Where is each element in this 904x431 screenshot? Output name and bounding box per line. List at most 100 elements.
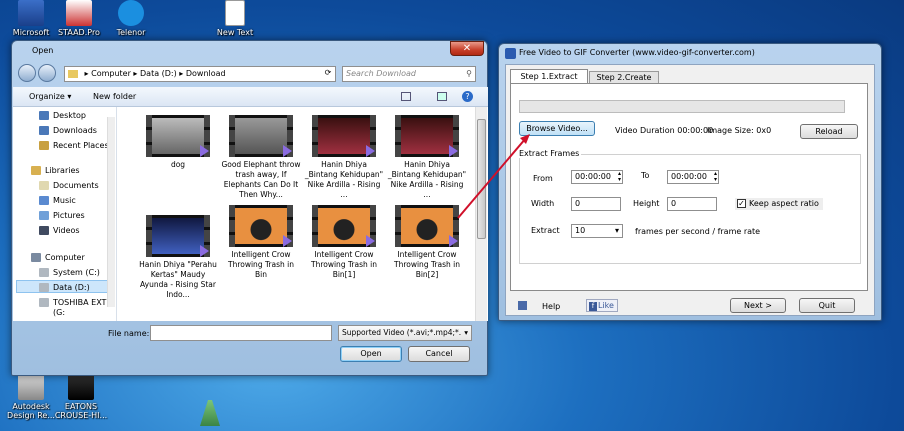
video-duration: Video Duration 00:00:00 bbox=[615, 126, 714, 135]
nav-item-music[interactable]: Music bbox=[53, 196, 76, 206]
video-thumbnail-icon bbox=[146, 115, 210, 157]
extract-label: Extract bbox=[531, 226, 560, 235]
refresh-icon[interactable]: ⟳ bbox=[320, 66, 336, 82]
nav-item-documents[interactable]: Documents bbox=[53, 181, 99, 191]
gif-converter-window: Free Video to GIF Converter (www.video-g… bbox=[498, 43, 882, 321]
quit-button[interactable]: Quit bbox=[799, 298, 855, 313]
nav-item-pictures[interactable]: Pictures bbox=[53, 211, 85, 221]
nav-item-recent-places[interactable]: Recent Places bbox=[53, 141, 109, 151]
keep-aspect-checkbox[interactable]: ✓ bbox=[737, 199, 746, 208]
video-thumbnail-icon bbox=[312, 205, 376, 247]
video-thumbnail-icon bbox=[229, 205, 293, 247]
file-item[interactable]: dog bbox=[138, 115, 218, 170]
converter-title: Free Video to GIF Converter (www.video-g… bbox=[519, 48, 755, 57]
browser-area: Desktop Downloads Recent Places Librarie… bbox=[13, 107, 488, 321]
filetype-select[interactable]: Supported Video (*.avi;*.mp4;*. ▾ bbox=[338, 325, 472, 341]
new-folder-button[interactable]: New folder bbox=[93, 92, 136, 101]
help-icon[interactable] bbox=[518, 301, 527, 310]
open-dialog-title: Open bbox=[32, 46, 54, 55]
recent-places-icon bbox=[39, 141, 49, 150]
back-button[interactable] bbox=[18, 64, 36, 82]
organize-menu[interactable]: Organize ▾ bbox=[29, 92, 71, 101]
browse-video-button[interactable]: Browse Video... bbox=[519, 121, 595, 136]
desktop-icon-telenor[interactable]: Telenor bbox=[100, 0, 162, 37]
tab-create-gif[interactable]: Step 2.Create GIF bbox=[589, 71, 659, 93]
next-button[interactable]: Next > bbox=[730, 298, 786, 313]
staad-icon bbox=[66, 0, 92, 26]
desktop-icon-eatons[interactable]: EATONS CROUSE-HI... bbox=[50, 374, 112, 420]
autodesk-icon bbox=[18, 374, 44, 400]
wallpaper-plant bbox=[200, 400, 220, 426]
files-scrollbar[interactable] bbox=[475, 107, 487, 321]
open-dialog: Open ✕ ▸ Computer ▸ Data (D:) ▸ Download… bbox=[11, 40, 488, 376]
filename-input[interactable] bbox=[150, 325, 332, 341]
keep-aspect-label: Keep aspect ratio bbox=[749, 199, 819, 208]
file-item[interactable]: Hanin Dhiya _Bintang Kehidupan" Nike Ard… bbox=[387, 115, 467, 200]
nav-scrollbar[interactable] bbox=[107, 117, 115, 307]
eatons-icon bbox=[68, 374, 94, 400]
nav-item-data-d[interactable]: Data (D:) bbox=[53, 283, 90, 293]
nav-item-computer[interactable]: Computer bbox=[45, 253, 85, 263]
from-time-input[interactable]: 00:00:00 ▴ ▾ bbox=[571, 170, 623, 184]
file-item[interactable]: Hanin Dhiya "Perahu Kertas" Maudy Ayunda… bbox=[138, 215, 218, 300]
text-file-icon bbox=[225, 0, 245, 26]
keep-aspect-row[interactable]: ✓ Keep aspect ratio bbox=[735, 198, 823, 210]
file-item[interactable]: Intelligent Crow Throwing Trash in Bin bbox=[221, 205, 301, 280]
height-label: Height bbox=[633, 199, 660, 208]
like-button[interactable]: f Like bbox=[586, 299, 618, 312]
cancel-button[interactable]: Cancel bbox=[408, 346, 470, 362]
libraries-icon bbox=[31, 166, 41, 175]
extract-frames-label: Extract Frames bbox=[519, 149, 582, 158]
nav-item-system-c[interactable]: System (C:) bbox=[53, 268, 100, 278]
scrollbar-thumb[interactable] bbox=[477, 119, 486, 239]
nav-item-desktop[interactable]: Desktop bbox=[53, 111, 86, 121]
breadcrumb-download[interactable]: Download bbox=[186, 69, 226, 78]
spin-icon[interactable]: ▴ ▾ bbox=[714, 171, 717, 183]
desktop-icon-new-text[interactable]: New Text bbox=[204, 0, 266, 37]
forward-button[interactable] bbox=[38, 64, 56, 82]
view-icon[interactable] bbox=[401, 92, 411, 101]
preview-pane-icon[interactable] bbox=[437, 92, 447, 101]
nav-item-downloads[interactable]: Downloads bbox=[53, 126, 97, 136]
to-label: To bbox=[641, 171, 650, 180]
reload-button[interactable]: Reload bbox=[800, 124, 858, 139]
breadcrumb-data[interactable]: Data (D:) bbox=[140, 69, 177, 78]
folder-icon bbox=[68, 69, 78, 78]
spin-icon[interactable]: ▴ ▾ bbox=[618, 171, 621, 183]
tab-extract-video[interactable]: Step 1.Extract Video bbox=[510, 69, 588, 94]
image-size: Image Size: 0x0 bbox=[707, 126, 772, 135]
file-item[interactable]: Intelligent Crow Throwing Trash in Bin[2… bbox=[387, 205, 467, 280]
filename-label: File name: bbox=[108, 329, 150, 338]
telenor-icon bbox=[118, 0, 144, 26]
drive-icon bbox=[39, 283, 49, 292]
close-button[interactable]: ✕ bbox=[450, 41, 484, 56]
help-icon[interactable]: ? bbox=[462, 91, 473, 102]
drive-icon bbox=[39, 298, 49, 307]
file-item[interactable]: Hanin Dhiya _Bintang Kehidupan" Nike Ard… bbox=[304, 115, 384, 200]
help-link[interactable]: Help bbox=[542, 302, 560, 311]
music-icon bbox=[39, 196, 49, 205]
address-bar[interactable]: ▸ Computer ▸ Data (D:) ▸ Download bbox=[64, 66, 336, 82]
fps-label: frames per second / frame rate bbox=[635, 227, 761, 236]
width-input[interactable]: 0 bbox=[571, 197, 621, 211]
desktop-icon bbox=[39, 111, 49, 120]
office-icon bbox=[18, 0, 44, 26]
breadcrumb-computer[interactable]: Computer bbox=[91, 69, 131, 78]
open-button[interactable]: Open bbox=[340, 346, 402, 362]
to-time-input[interactable]: 00:00:00 ▴ ▾ bbox=[667, 170, 719, 184]
extract-fps-select[interactable]: 10 ▾ bbox=[571, 224, 623, 238]
file-item[interactable]: Good Elephant throw trash away, If Eleph… bbox=[221, 115, 301, 200]
width-label: Width bbox=[531, 199, 555, 208]
tab-panel: Browse Video... Video Duration 00:00:00 … bbox=[510, 83, 868, 291]
nav-item-videos[interactable]: Videos bbox=[53, 226, 80, 236]
from-label: From bbox=[533, 174, 553, 183]
file-item[interactable]: Intelligent Crow Throwing Trash in Bin[1… bbox=[304, 205, 384, 280]
video-thumbnail-icon bbox=[395, 205, 459, 247]
facebook-icon: f bbox=[589, 302, 597, 311]
height-input[interactable]: 0 bbox=[667, 197, 717, 211]
search-input[interactable]: Search Download ⚲ bbox=[342, 66, 476, 82]
video-thumbnail-icon bbox=[395, 115, 459, 157]
nav-item-libraries[interactable]: Libraries bbox=[45, 166, 80, 176]
command-bar: Organize ▾ New folder ? bbox=[13, 87, 488, 107]
app-icon bbox=[505, 48, 516, 59]
